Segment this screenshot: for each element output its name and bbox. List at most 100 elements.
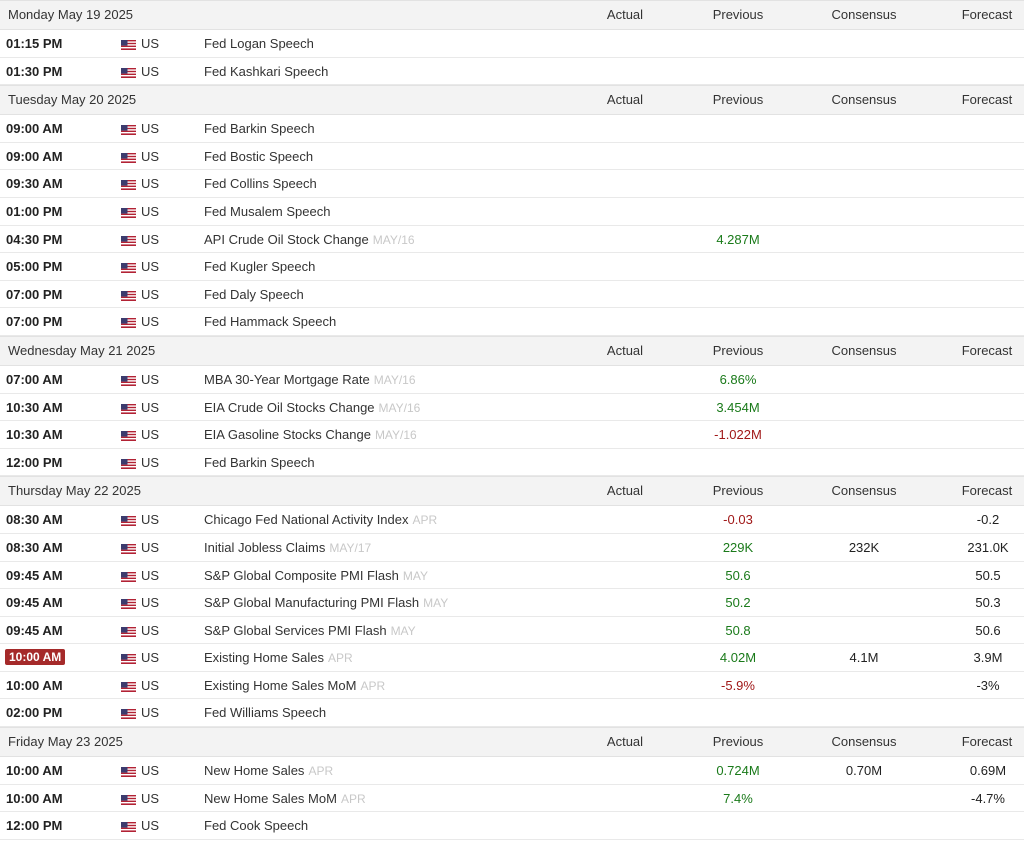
- event-name-link[interactable]: New Home Sales MoM: [204, 791, 337, 806]
- column-header-consensus[interactable]: Consensus: [822, 337, 906, 365]
- event-name-link[interactable]: S&P Global Services PMI Flash: [204, 623, 387, 638]
- event-time: 10:00 AM: [6, 790, 63, 806]
- column-header-consensus[interactable]: Consensus: [822, 477, 906, 505]
- event-row[interactable]: 12:00 PM US Fed Barkin Speech: [0, 448, 1024, 477]
- column-header-actual[interactable]: Actual: [600, 1, 650, 29]
- column-header-previous[interactable]: Previous: [698, 86, 778, 114]
- event-row[interactable]: 02:00 PM US Fed Williams Speech: [0, 699, 1024, 728]
- event-row[interactable]: 10:30 AM US EIA Crude Oil Stocks Change M…: [0, 393, 1024, 422]
- column-header-previous[interactable]: Previous: [698, 728, 778, 756]
- event-name-link[interactable]: Fed Daly Speech: [204, 287, 304, 302]
- column-header-actual[interactable]: Actual: [600, 477, 650, 505]
- event-name-link[interactable]: Fed Barkin Speech: [204, 455, 315, 470]
- event-country: US: [141, 148, 160, 164]
- event-forecast: 50.5: [975, 567, 1001, 583]
- event-name-link[interactable]: MBA 30-Year Mortgage Rate: [204, 372, 370, 387]
- column-header-actual[interactable]: Actual: [600, 337, 650, 365]
- event-row[interactable]: 05:00 PM US Fed Kugler Speech: [0, 253, 1024, 281]
- event-row[interactable]: 10:00 AM US Existing Home Sales MoM APR -…: [0, 671, 1024, 700]
- column-header-consensus[interactable]: Consensus: [822, 1, 906, 29]
- event-row[interactable]: 09:45 AM US S&P Global Manufacturing PMI…: [0, 589, 1024, 617]
- event-row[interactable]: 10:30 AM US EIA Gasoline Stocks Change MA…: [0, 421, 1024, 449]
- event-name-link[interactable]: EIA Gasoline Stocks Change: [204, 427, 371, 442]
- event-row[interactable]: 09:45 AM US S&P Global Services PMI Flas…: [0, 616, 1024, 645]
- event-name-link[interactable]: Existing Home Sales MoM: [204, 678, 356, 693]
- us-flag-icon: [121, 458, 136, 469]
- column-header-forecast[interactable]: Forecast: [950, 86, 1024, 114]
- column-header-forecast[interactable]: Forecast: [950, 477, 1024, 505]
- us-flag-icon: [121, 599, 136, 610]
- column-header-actual[interactable]: Actual: [600, 86, 650, 114]
- event-name-link[interactable]: Chicago Fed National Activity Index: [204, 512, 409, 527]
- event-row[interactable]: 07:00 PM US Fed Daly Speech: [0, 280, 1024, 309]
- event-row[interactable]: 01:30 PM US Fed Kashkari Speech: [0, 57, 1024, 86]
- event-row[interactable]: 10:00 AM US New Home Sales MoM APR 7.4% -…: [0, 784, 1024, 813]
- event-row[interactable]: 07:00 AM US MBA 30-Year Mortgage Rate MAY…: [0, 365, 1024, 394]
- event-name-link[interactable]: Fed Kugler Speech: [204, 259, 315, 274]
- event-name-cell: Fed Hammack Speech: [204, 308, 340, 336]
- event-name-link[interactable]: Existing Home Sales: [204, 650, 324, 665]
- event-row[interactable]: 04:30 PM US API Crude Oil Stock Change MA…: [0, 225, 1024, 254]
- event-name-link[interactable]: S&P Global Composite PMI Flash: [204, 568, 399, 583]
- event-period: APR: [308, 764, 334, 779]
- event-name-link[interactable]: Initial Jobless Claims: [204, 540, 325, 555]
- column-header-previous[interactable]: Previous: [698, 1, 778, 29]
- event-period: MAY/17: [329, 540, 372, 555]
- event-row[interactable]: 09:00 AM US Fed Barkin Speech: [0, 115, 1024, 143]
- event-name-link[interactable]: S&P Global Manufacturing PMI Flash: [204, 595, 419, 610]
- event-row[interactable]: 09:00 AM US Fed Bostic Speech: [0, 142, 1024, 171]
- event-name-link[interactable]: Fed Logan Speech: [204, 36, 314, 51]
- column-header-forecast[interactable]: Forecast: [950, 1, 1024, 29]
- event-name-link[interactable]: Fed Williams Speech: [204, 705, 326, 720]
- event-forecast: -0.2: [976, 512, 1000, 528]
- event-name-link[interactable]: Fed Collins Speech: [204, 176, 317, 191]
- event-row[interactable]: 12:00 PM US Fed Cook Speech: [0, 812, 1024, 840]
- column-header-previous[interactable]: Previous: [698, 337, 778, 365]
- event-forecast: 3.9M: [973, 650, 1003, 666]
- us-flag-icon: [121, 403, 136, 414]
- event-name-link[interactable]: Fed Cook Speech: [204, 818, 308, 833]
- column-header-forecast[interactable]: Forecast: [950, 728, 1024, 756]
- event-row[interactable]: 10:00 AM US New Home Sales APR 0.724M 0.7…: [0, 757, 1024, 785]
- event-name-link[interactable]: Fed Barkin Speech: [204, 121, 315, 136]
- event-name-link[interactable]: Fed Kashkari Speech: [204, 64, 328, 79]
- event-name-cell: Fed Logan Speech: [204, 30, 318, 58]
- event-time: 07:00 AM: [6, 371, 63, 387]
- event-row[interactable]: 08:30 AM US Chicago Fed National Activit…: [0, 506, 1024, 534]
- us-flag-icon: [121, 431, 136, 442]
- event-name-link[interactable]: New Home Sales: [204, 763, 304, 778]
- event-country: US: [141, 427, 160, 443]
- event-name-cell: New Home Sales APR: [204, 757, 333, 785]
- event-name-link[interactable]: Fed Hammack Speech: [204, 314, 336, 329]
- event-name-cell: Fed Collins Speech: [204, 170, 321, 198]
- event-row[interactable]: 01:15 PM US Fed Logan Speech: [0, 30, 1024, 58]
- us-flag-icon: [121, 263, 136, 274]
- event-row[interactable]: 07:00 PM US Fed Hammack Speech: [0, 308, 1024, 336]
- day-header: Monday May 19 2025 Actual Previous Conse…: [0, 0, 1024, 30]
- event-time: 01:15 PM: [6, 36, 63, 51]
- event-consensus: 0.70M: [845, 763, 883, 779]
- event-previous: -0.03: [723, 512, 753, 528]
- event-name-cell: Fed Kashkari Speech: [204, 58, 332, 86]
- event-name-cell: Fed Kugler Speech: [204, 253, 319, 281]
- column-header-consensus[interactable]: Consensus: [822, 728, 906, 756]
- event-row[interactable]: 08:30 AM US Initial Jobless Claims MAY/17…: [0, 533, 1024, 562]
- event-name-link[interactable]: Fed Musalem Speech: [204, 204, 330, 219]
- column-header-consensus[interactable]: Consensus: [822, 86, 906, 114]
- event-period: APR: [327, 651, 353, 666]
- event-name-link[interactable]: Fed Bostic Speech: [204, 149, 313, 164]
- us-flag-icon: [121, 516, 136, 527]
- event-row[interactable]: 01:00 PM US Fed Musalem Speech: [0, 197, 1024, 226]
- event-name-link[interactable]: EIA Crude Oil Stocks Change: [204, 400, 375, 415]
- event-country: US: [141, 539, 160, 555]
- event-name-link[interactable]: API Crude Oil Stock Change: [204, 232, 369, 247]
- column-header-previous[interactable]: Previous: [698, 477, 778, 505]
- column-header-forecast[interactable]: Forecast: [950, 337, 1024, 365]
- column-header-actual[interactable]: Actual: [600, 728, 650, 756]
- event-row[interactable]: 10:00 AM US Existing Home Sales APR 4.02M…: [0, 644, 1024, 672]
- us-flag-icon: [121, 571, 136, 582]
- event-row[interactable]: 09:30 AM US Fed Collins Speech: [0, 170, 1024, 198]
- event-country: US: [141, 314, 160, 330]
- event-row[interactable]: 09:45 AM US S&P Global Composite PMI Fla…: [0, 561, 1024, 590]
- us-flag-icon: [121, 207, 136, 218]
